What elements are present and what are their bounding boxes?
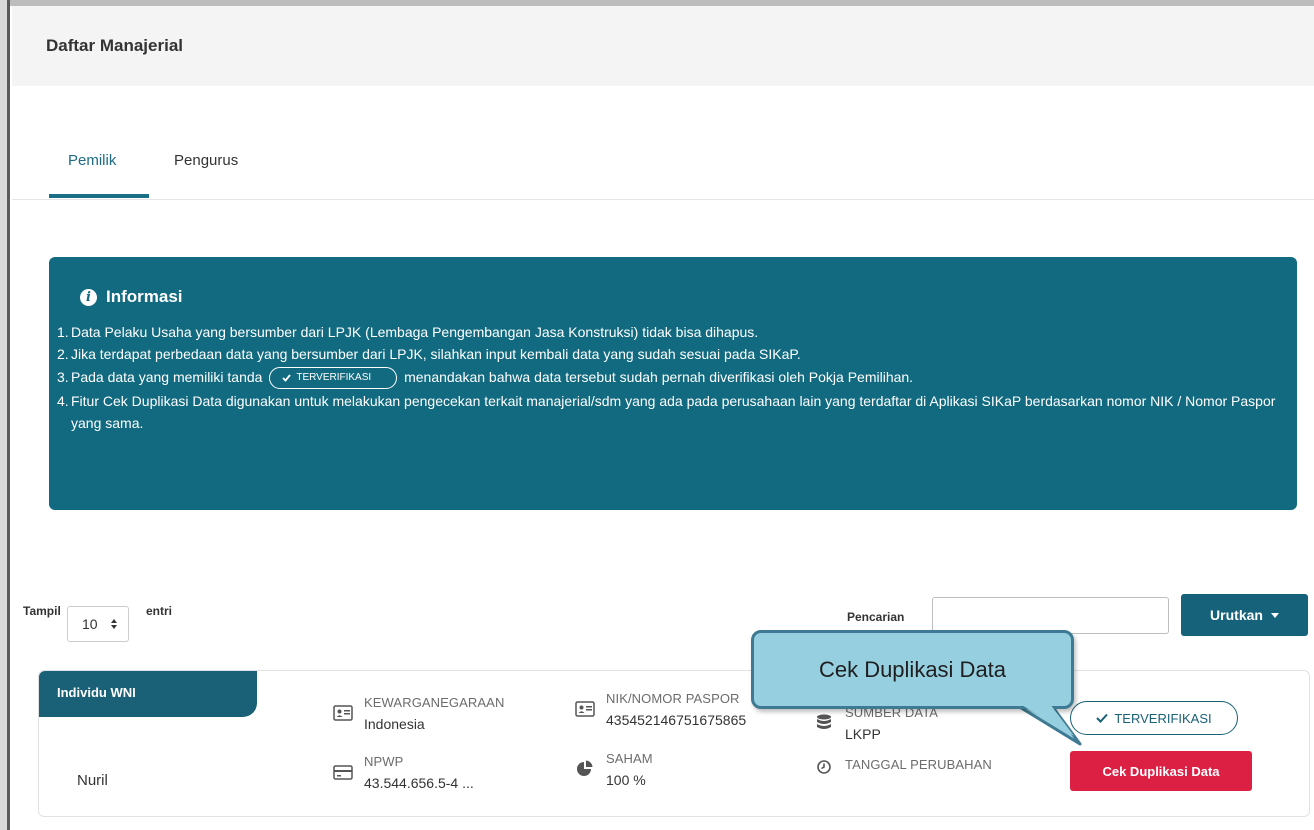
pie-chart-icon xyxy=(577,760,593,776)
field-kewarganegaraan: KEWARGANEGARAAN Indonesia xyxy=(333,695,504,732)
field-saham: SAHAM 100 % xyxy=(575,751,653,788)
callout-annotation: Cek Duplikasi Data xyxy=(751,630,1074,709)
tanggal-perubahan-label: TANGGAL PERUBAHAN xyxy=(845,757,992,772)
info-item: 3. Pada data yang memiliki tanda TERVERI… xyxy=(57,366,1287,390)
tab-pemilik[interactable]: Pemilik xyxy=(68,152,116,169)
kewarganegaraan-label: KEWARGANEGARAAN xyxy=(364,695,505,710)
sort-button-label: Urutkan xyxy=(1210,607,1263,623)
verified-badge-sample-label: TERVERIFIKASI xyxy=(296,372,372,384)
field-nik: NIK/NOMOR PASPOR 435452146751675865 xyxy=(575,691,746,728)
nik-value: 435452146751675865 xyxy=(606,712,747,728)
saham-value: 100 % xyxy=(606,772,646,788)
verified-badge-label: TERVERIFIKASI xyxy=(1114,710,1212,726)
field-tanggal-perubahan: TANGGAL PERUBAHAN xyxy=(814,757,992,777)
database-icon xyxy=(817,714,831,729)
info-item: 2. Jika terdapat perbedaan data yang ber… xyxy=(57,343,1287,365)
npwp-label: NPWP xyxy=(364,754,404,769)
kewarganegaraan-value: Indonesia xyxy=(364,716,425,732)
search-input[interactable] xyxy=(932,597,1169,634)
search-label: Pencarian xyxy=(847,610,905,624)
clock-icon xyxy=(817,760,831,774)
check-icon xyxy=(1096,713,1109,723)
page-title: Daftar Manajerial xyxy=(46,36,183,55)
info-panel: i Informasi 1. Data Pelaku Usaha yang be… xyxy=(49,257,1297,510)
caret-down-icon xyxy=(1270,612,1279,618)
tab-pengurus[interactable]: Pengurus xyxy=(174,152,238,169)
card-person-name: Nuril xyxy=(77,772,108,789)
window-frame-left xyxy=(0,0,10,830)
id-card-icon xyxy=(575,701,595,717)
info-item-text: Pada data yang memiliki tanda TERVERIFIK… xyxy=(71,366,914,390)
info-item-number: 2. xyxy=(57,346,69,362)
info-item-text: Data Pelaku Usaha yang bersumber dari LP… xyxy=(71,324,759,340)
sort-button[interactable]: Urutkan xyxy=(1181,594,1308,636)
page-size-select[interactable]: 10 xyxy=(67,606,129,642)
id-card-icon xyxy=(333,705,353,721)
info-item-number: 1. xyxy=(57,324,69,340)
active-tab-indicator xyxy=(49,194,149,198)
field-sumber-data: SUMBER DATA LKPP xyxy=(814,705,938,742)
info-title-text: Informasi xyxy=(106,287,183,306)
cek-duplikasi-button[interactable]: Cek Duplikasi Data xyxy=(1070,751,1252,791)
field-npwp: NPWP 43.544.656.5-4 ... xyxy=(333,754,474,791)
npwp-value: 43.544.656.5-4 ... xyxy=(364,775,474,791)
card-type-tag: Individu WNI xyxy=(39,671,257,717)
sumber-data-value: LKPP xyxy=(845,726,881,742)
show-label: Tampil xyxy=(23,604,61,618)
info-item-number: 4. xyxy=(57,393,69,410)
page-size-value: 10 xyxy=(82,616,98,632)
info-list: 1. Data Pelaku Usaha yang bersumber dari… xyxy=(57,321,1287,434)
entries-label: entri xyxy=(146,604,173,618)
saham-label: SAHAM xyxy=(606,751,653,766)
info-item: 1. Data Pelaku Usaha yang bersumber dari… xyxy=(57,321,1287,343)
info-item-text: Fitur Cek Duplikasi Data digunakan untuk… xyxy=(71,393,1276,432)
info-item-number: 3. xyxy=(57,369,69,385)
info-panel-title: i Informasi xyxy=(80,287,183,307)
info-item-text-after: menandakan bahwa data tersebut sudah per… xyxy=(404,369,914,385)
sort-arrows-icon xyxy=(110,619,117,629)
table-controls: Tampil 10 entri Pencarian Urutkan xyxy=(0,594,1314,642)
info-circle-icon: i xyxy=(80,288,97,306)
manajerial-card: Individu WNI Nuril KEWARGANEGARAAN Indon… xyxy=(38,670,1310,817)
info-item-text-before: Pada data yang memiliki tanda xyxy=(71,369,263,385)
verified-badge[interactable]: TERVERIFIKASI xyxy=(1070,701,1238,735)
verified-badge-sample: TERVERIFIKASI xyxy=(269,367,398,390)
check-icon xyxy=(282,374,292,383)
page-header: Daftar Manajerial xyxy=(12,6,1314,86)
info-item: 4. Fitur Cek Duplikasi Data digunakan un… xyxy=(57,390,1287,434)
credit-card-icon xyxy=(333,765,353,780)
nik-label: NIK/NOMOR PASPOR xyxy=(606,691,740,706)
tab-bar: Pemilik Pengurus xyxy=(12,140,1314,200)
info-item-text: Jika terdapat perbedaan data yang bersum… xyxy=(71,346,801,362)
